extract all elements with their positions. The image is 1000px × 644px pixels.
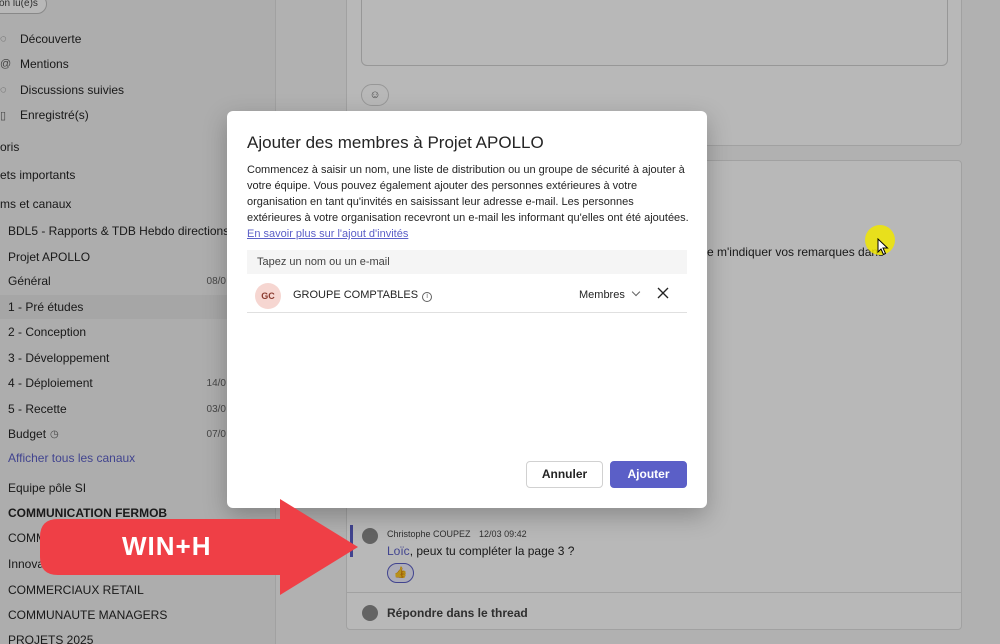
cancel-button[interactable]: Annuler — [526, 461, 603, 488]
info-icon[interactable]: i — [422, 292, 433, 302]
member-name: GROUPE COMPTABLES i — [293, 289, 433, 302]
add-members-dialog: Ajouter des membres à Projet APOLLO Comm… — [227, 111, 707, 508]
mouse-cursor-icon — [877, 238, 889, 256]
description-text: Commencez à saisir un nom, une liste de … — [247, 164, 689, 224]
add-button[interactable]: Ajouter — [610, 461, 687, 488]
member-role-select[interactable]: Membres — [579, 287, 641, 301]
remove-member-button[interactable] — [654, 286, 672, 304]
member-row: GC GROUPE COMPTABLES i Membres — [247, 281, 687, 313]
close-icon — [657, 287, 669, 299]
learn-more-guests-link[interactable]: En savoir plus sur l'ajout d'invités — [247, 228, 408, 240]
dialog-title: Ajouter des membres à Projet APOLLO — [247, 133, 544, 152]
role-label: Membres — [579, 289, 625, 301]
member-search-input[interactable] — [247, 250, 687, 274]
member-name-label: GROUPE COMPTABLES — [293, 289, 419, 301]
shortcut-label: WIN+H — [122, 531, 212, 561]
chevron-down-icon — [631, 287, 641, 297]
group-avatar: GC — [255, 283, 281, 309]
dialog-description: Commencez à saisir un nom, une liste de … — [247, 162, 691, 242]
